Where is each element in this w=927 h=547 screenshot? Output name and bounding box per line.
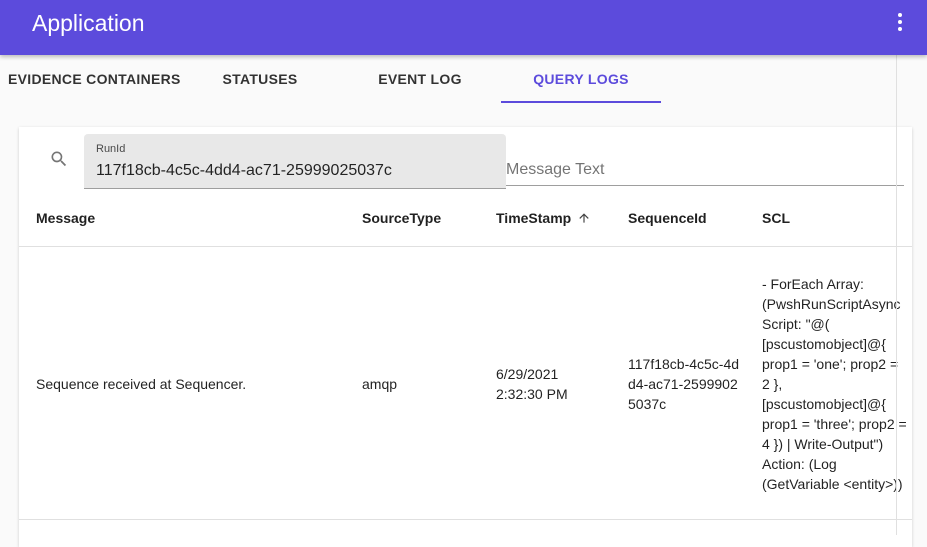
cell-timestamp: 6/29/2021 2:32:30 PM: [496, 248, 586, 520]
column-header-scl[interactable]: SCL: [762, 189, 790, 247]
table-header: Message SourceType TimeStamp SequenceId …: [19, 189, 912, 247]
cell-sourcetype-text: amqp: [362, 376, 398, 392]
tab-query-logs[interactable]: QUERY LOGS: [501, 55, 661, 103]
cell-message: Sequence received at Sequencer.: [36, 248, 346, 520]
tab-active-indicator: [501, 101, 661, 103]
column-header-message[interactable]: Message: [36, 189, 95, 247]
cell-timestamp-text: 6/29/2021 2:32:30 PM: [496, 366, 568, 402]
column-header-label: Message: [36, 210, 96, 226]
arrow-upward-icon[interactable]: [577, 211, 591, 225]
cell-scl-text: - ForEach Array: (PwshRunScriptAsync Scr…: [762, 276, 907, 492]
app-title: Application: [32, 10, 145, 36]
column-header-label: SequenceId: [628, 210, 707, 226]
tab-statuses[interactable]: STATUSES: [180, 55, 340, 103]
tab-bar: EVIDENCE CONTAINERS STATUSES EVENT LOG Q…: [0, 55, 927, 103]
search-icon[interactable]: [49, 149, 69, 169]
column-header-sourcetype[interactable]: SourceType: [362, 189, 441, 247]
column-header-label: SourceType: [362, 210, 442, 226]
table-right-border: [896, 0, 897, 535]
cell-sequenceid: 117f18cb-4c5c-4dd4-ac71-25999025037c: [628, 248, 740, 520]
query-logs-card: RunId Message SourceType TimeStamp Seque…: [19, 127, 912, 547]
column-header-label: SCL: [762, 210, 790, 226]
cell-message-text: Sequence received at Sequencer.: [36, 376, 247, 392]
message-text-input[interactable]: [506, 159, 896, 181]
runid-field[interactable]: RunId: [84, 134, 506, 189]
column-header-timestamp[interactable]: TimeStamp: [496, 189, 591, 247]
more-vert-icon[interactable]: [886, 8, 914, 36]
tab-event-log[interactable]: EVENT LOG: [340, 55, 500, 103]
table-row[interactable]: Sequence received at Sequencer. amqp 6/2…: [19, 248, 912, 520]
tab-evidence-containers[interactable]: EVIDENCE CONTAINERS: [8, 55, 180, 103]
column-header-sequenceid[interactable]: SequenceId: [628, 189, 707, 247]
message-text-field[interactable]: [506, 155, 904, 186]
cell-sequenceid-text: 117f18cb-4c5c-4dd4-ac71-25999025037c: [628, 356, 740, 412]
cell-scl: - ForEach Array: (PwshRunScriptAsync Scr…: [762, 248, 907, 520]
column-header-label: TimeStamp: [496, 210, 572, 226]
runid-label: RunId: [96, 143, 126, 155]
cell-sourcetype: amqp: [362, 248, 482, 520]
runid-input[interactable]: [96, 160, 496, 182]
app-bar: Application: [0, 0, 927, 55]
